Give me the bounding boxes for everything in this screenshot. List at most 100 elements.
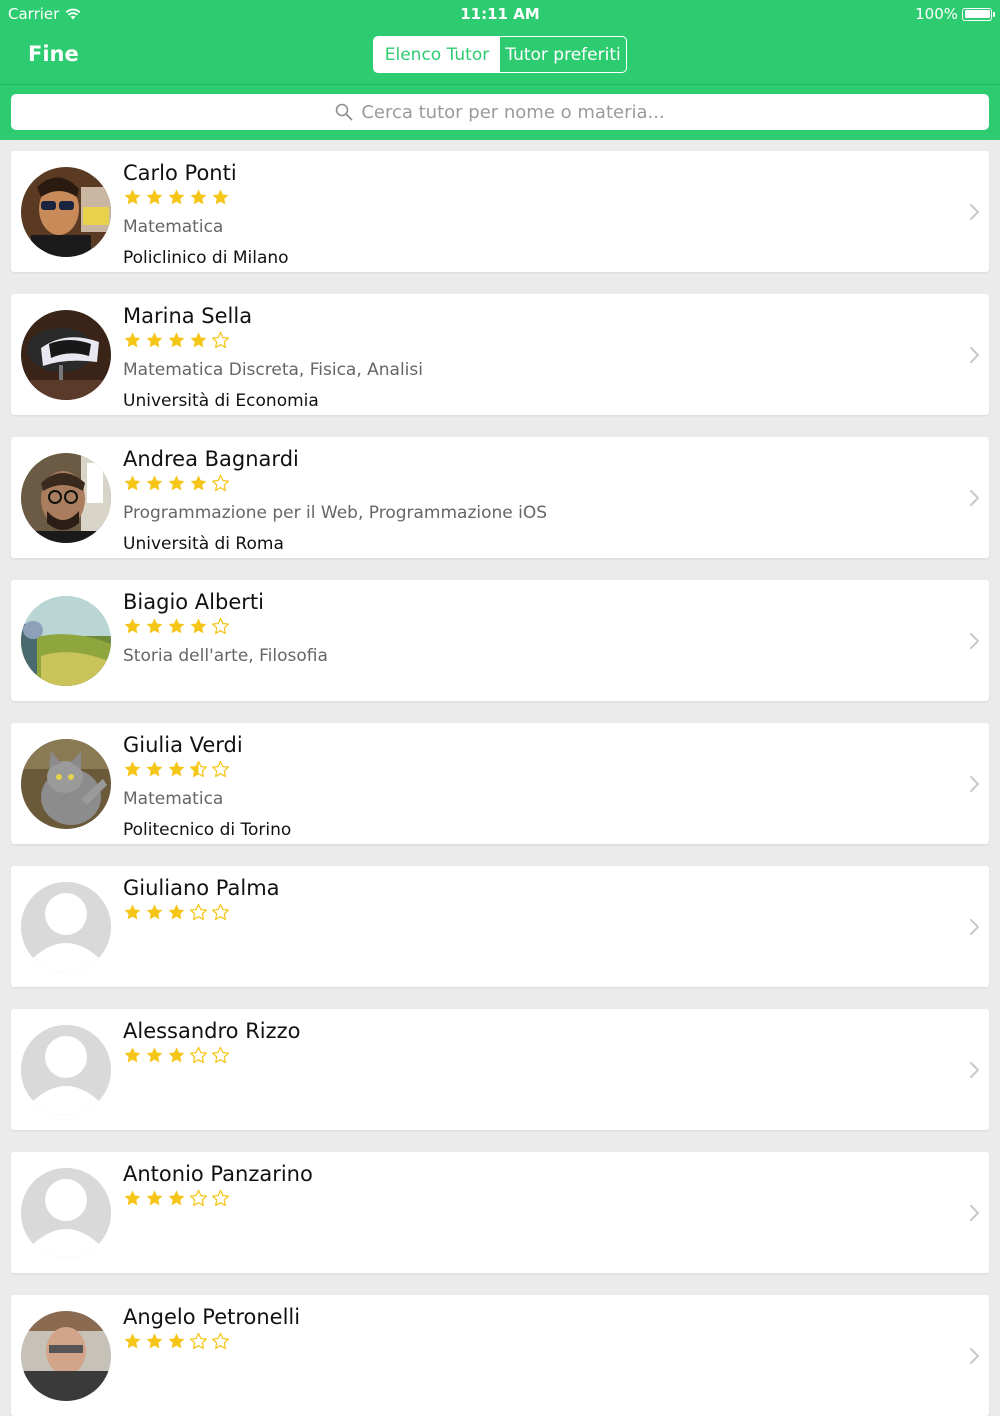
tutor-name: Biagio Alberti <box>123 590 264 614</box>
search-bar: Cerca tutor per nome o materia... <box>0 85 1000 140</box>
avatar <box>21 739 111 829</box>
tutor-card[interactable]: Alessandro Rizzo <box>11 1009 989 1130</box>
tutor-name: Marina Sella <box>123 304 253 328</box>
star-filled-icon <box>146 475 163 491</box>
tutor-subjects: Matematica <box>123 789 224 809</box>
star-half-icon <box>189 760 208 778</box>
tutor-name: Alessandro Rizzo <box>123 1019 301 1043</box>
tutor-name: Andrea Bagnardi <box>123 447 299 471</box>
star-filled-icon <box>168 475 185 491</box>
rating-stars <box>123 1046 230 1065</box>
tutor-school: Policlinico di Milano <box>123 248 289 268</box>
tutor-name: Antonio Panzarino <box>123 1162 313 1186</box>
star-filled-icon <box>124 1333 141 1349</box>
star-filled-icon <box>146 904 163 920</box>
star-filled-icon <box>168 1333 185 1349</box>
rating-stars <box>123 474 230 493</box>
star-filled-icon <box>168 1190 185 1206</box>
star-filled-icon <box>190 475 207 491</box>
star-filled-icon <box>146 332 163 348</box>
star-filled-icon <box>168 332 185 348</box>
rating-stars <box>123 188 230 207</box>
star-filled-icon <box>146 618 163 634</box>
star-filled-icon <box>168 1047 185 1063</box>
avatar <box>21 453 111 543</box>
tutor-school: Università di Roma <box>123 534 284 554</box>
star-filled-icon <box>124 1047 141 1063</box>
star-filled-icon <box>146 1333 163 1349</box>
battery-indicator: 100% <box>915 5 995 23</box>
star-filled-icon <box>146 189 163 205</box>
default-user-icon <box>21 882 111 972</box>
done-button[interactable]: Fine <box>28 42 79 66</box>
chevron-right-icon <box>970 1205 979 1221</box>
segmented-control: Elenco Tutor Tutor preferiti <box>373 36 627 73</box>
star-filled-icon <box>124 475 141 491</box>
tutor-name: Angelo Petronelli <box>123 1305 301 1329</box>
tutor-card[interactable]: Carlo Ponti Matematica Policlinico di Mila… <box>11 151 989 272</box>
rating-stars <box>123 903 230 922</box>
rating-stars <box>123 760 230 779</box>
tutor-name: Giulia Verdi <box>123 733 243 757</box>
star-empty-icon <box>211 331 230 349</box>
star-empty-icon <box>211 903 230 921</box>
avatar <box>21 310 111 400</box>
star-filled-icon <box>168 189 185 205</box>
star-empty-icon <box>211 760 230 778</box>
segment-tutor-list[interactable]: Elenco Tutor <box>374 37 500 72</box>
star-filled-icon <box>146 1190 163 1206</box>
tutor-subjects: Programmazione per il Web, Programmazion… <box>123 503 548 523</box>
tutor-school: Università di Economia <box>123 391 319 411</box>
segment-favorite-tutors[interactable]: Tutor preferiti <box>500 37 626 72</box>
search-placeholder: Cerca tutor per nome o materia... <box>361 101 665 123</box>
battery-icon <box>962 7 995 21</box>
tutor-card[interactable]: Marina Sella Matematica Discreta, Fisica,… <box>11 294 989 415</box>
tutor-card[interactable]: Biagio Alberti Storia dell'arte, Filosofi… <box>11 580 989 701</box>
clock: 11:11 AM <box>460 5 540 23</box>
navigation-bar: Fine Elenco Tutor Tutor preferiti <box>0 28 1000 85</box>
chevron-right-icon <box>970 1348 979 1364</box>
star-filled-icon <box>124 1190 141 1206</box>
star-empty-icon <box>189 1189 208 1207</box>
star-filled-icon <box>124 189 141 205</box>
star-filled-icon <box>124 761 141 777</box>
tutor-subjects: Matematica Discreta, Fisica, Analisi <box>123 360 423 380</box>
tutor-card[interactable]: Angelo Petronelli <box>11 1295 989 1416</box>
rating-stars <box>123 1189 230 1208</box>
star-filled-icon <box>168 618 185 634</box>
battery-percent: 100% <box>915 5 958 23</box>
search-input[interactable]: Cerca tutor per nome o materia... <box>11 94 989 130</box>
tutor-card[interactable]: Giuliano Palma <box>11 866 989 987</box>
tutor-card[interactable]: Andrea Bagnardi Programmazione per il Web… <box>11 437 989 558</box>
rating-stars <box>123 1332 230 1351</box>
star-filled-icon <box>212 189 229 205</box>
star-filled-icon <box>168 761 185 777</box>
star-empty-icon <box>189 1332 208 1350</box>
tutor-school: Politecnico di Torino <box>123 820 292 840</box>
star-filled-icon <box>190 618 207 634</box>
tutor-name: Giuliano Palma <box>123 876 280 900</box>
tutor-subjects: Storia dell'arte, Filosofia <box>123 646 328 666</box>
tutor-card[interactable]: Antonio Panzarino <box>11 1152 989 1273</box>
tutor-name: Carlo Ponti <box>123 161 237 185</box>
avatar <box>21 1311 111 1401</box>
avatar <box>21 167 111 257</box>
chevron-right-icon <box>970 1062 979 1078</box>
tutor-subjects: Matematica <box>123 217 224 237</box>
star-filled-icon <box>124 904 141 920</box>
status-bar: Carrier 11:11 AM 100% <box>0 0 1000 28</box>
chevron-right-icon <box>970 776 979 792</box>
star-filled-icon <box>124 618 141 634</box>
avatar <box>21 596 111 686</box>
default-user-icon <box>21 1025 111 1115</box>
chevron-right-icon <box>970 633 979 649</box>
rating-stars <box>123 617 230 636</box>
star-empty-icon <box>211 1189 230 1207</box>
tutor-card[interactable]: Giulia Verdi Matematica Politecnico di Tor… <box>11 723 989 844</box>
star-filled-icon <box>190 332 207 348</box>
star-empty-icon <box>211 1332 230 1350</box>
star-filled-icon <box>146 1047 163 1063</box>
chevron-right-icon <box>970 204 979 220</box>
star-empty-icon <box>189 903 208 921</box>
chevron-right-icon <box>970 919 979 935</box>
